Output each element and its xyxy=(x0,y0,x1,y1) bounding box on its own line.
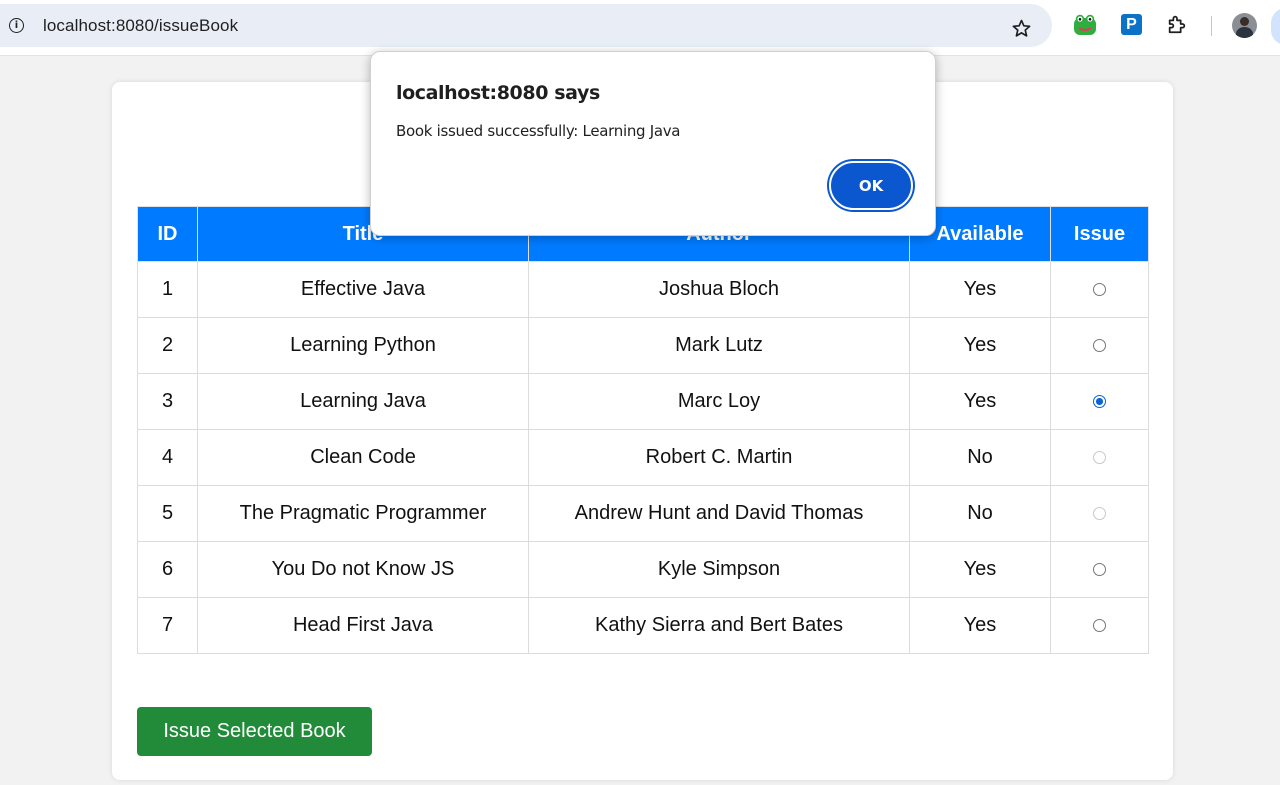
cell-issue xyxy=(1050,597,1149,654)
cell-available: No xyxy=(909,429,1051,486)
cell-author: Robert C. Martin xyxy=(528,429,910,486)
cell-available: Yes xyxy=(909,597,1051,654)
extensions-puzzle-icon[interactable] xyxy=(1166,13,1188,35)
header-issue: Issue xyxy=(1050,206,1149,262)
cell-author: Kyle Simpson xyxy=(528,541,910,598)
cell-title: Effective Java xyxy=(197,261,529,318)
cell-issue xyxy=(1050,317,1149,374)
table-row: 2 Learning Python Mark Lutz Yes xyxy=(137,317,1149,374)
cell-available: No xyxy=(909,485,1051,542)
cell-author: Joshua Bloch xyxy=(528,261,910,318)
cell-author: Mark Lutz xyxy=(528,317,910,374)
profile-menu-button[interactable] xyxy=(1271,8,1280,45)
p-extension-icon[interactable]: P xyxy=(1121,14,1142,35)
address-bar[interactable]: i localhost:8080/issueBook xyxy=(0,4,1052,47)
profile-avatar[interactable] xyxy=(1232,13,1257,38)
cell-title: The Pragmatic Programmer xyxy=(197,485,529,542)
table-row: 4 Clean Code Robert C. Martin No xyxy=(137,429,1149,486)
header-id: ID xyxy=(137,206,198,262)
cell-author: Marc Loy xyxy=(528,373,910,430)
bookmark-star-icon[interactable] xyxy=(1011,18,1032,39)
frog-extension-icon[interactable] xyxy=(1073,13,1097,37)
cell-id: 3 xyxy=(137,373,198,430)
issue-radio[interactable] xyxy=(1093,619,1106,633)
dialog-title: localhost:8080 says xyxy=(396,82,600,104)
table-row: 7 Head First Java Kathy Sierra and Bert Ba… xyxy=(137,597,1149,654)
cell-issue xyxy=(1050,261,1149,318)
cell-author: Kathy Sierra and Bert Bates xyxy=(528,597,910,654)
cell-issue xyxy=(1050,485,1149,542)
books-table: ID Title Author Available Issue 1Effecti… xyxy=(137,206,1149,654)
dialog-message: Book issued successfully: Learning Java xyxy=(396,122,681,140)
table-row: 5 The Pragmatic Programmer Andrew Hunt and… xyxy=(137,485,1149,542)
issue-radio[interactable] xyxy=(1093,395,1106,409)
alert-dialog: localhost:8080 says Book issued successf… xyxy=(370,51,936,236)
table-row: 1 Effective Java Joshua Bloch Yes xyxy=(137,261,1149,318)
url-text[interactable]: localhost:8080/issueBook xyxy=(43,16,238,36)
cell-title: You Do not Know JS xyxy=(197,541,529,598)
cell-id: 2 xyxy=(137,317,198,374)
site-info-icon[interactable]: i xyxy=(9,18,24,33)
issue-radio xyxy=(1093,507,1106,521)
cell-issue xyxy=(1050,541,1149,598)
cell-available: Yes xyxy=(909,261,1051,318)
cell-title: Learning Python xyxy=(197,317,529,374)
cell-available: Yes xyxy=(909,373,1051,430)
cell-title: Clean Code xyxy=(197,429,529,486)
cell-title: Learning Java xyxy=(197,373,529,430)
issue-selected-book-button[interactable]: Issue Selected Book xyxy=(137,707,372,756)
cell-issue xyxy=(1050,373,1149,430)
table-row: 3 Learning Java Marc Loy Yes xyxy=(137,373,1149,430)
issue-radio[interactable] xyxy=(1093,283,1106,297)
table-row: 6 You Do not Know JS Kyle Simpson Yes xyxy=(137,541,1149,598)
cell-title: Head First Java xyxy=(197,597,529,654)
browser-toolbar: i localhost:8080/issueBook P xyxy=(0,0,1280,56)
cell-id: 4 xyxy=(137,429,198,486)
cell-id: 7 xyxy=(137,597,198,654)
cell-id: 6 xyxy=(137,541,198,598)
issue-radio[interactable] xyxy=(1093,339,1106,353)
cell-issue xyxy=(1050,429,1149,486)
cell-available: Yes xyxy=(909,317,1051,374)
cell-available: Yes xyxy=(909,541,1051,598)
toolbar-divider xyxy=(1211,16,1212,36)
cell-author: Andrew Hunt and David Thomas xyxy=(528,485,910,542)
cell-id: 5 xyxy=(137,485,198,542)
issue-radio[interactable] xyxy=(1093,563,1106,577)
cell-id: 1 xyxy=(137,261,198,318)
dialog-ok-button[interactable]: OK xyxy=(829,161,913,210)
issue-radio xyxy=(1093,451,1106,465)
